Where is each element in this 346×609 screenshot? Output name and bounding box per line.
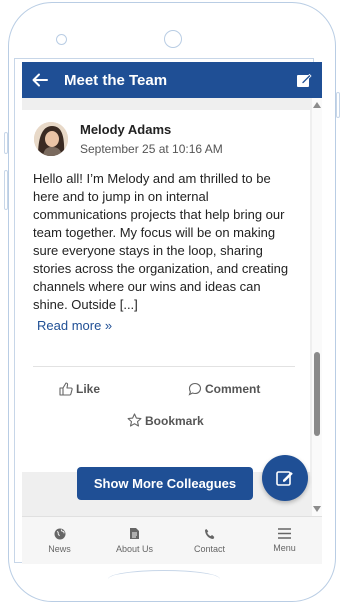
nav-item-news[interactable]: News xyxy=(22,517,97,564)
post-body-line: sure everyone stays in the loop, sharing xyxy=(33,243,263,258)
avatar[interactable] xyxy=(34,122,68,156)
nav-label: Contact xyxy=(193,543,226,554)
post-body: Hello all! I’m Melody and am thrilled to… xyxy=(33,170,301,314)
camera-dot xyxy=(164,30,182,48)
read-more-link[interactable]: Read more » xyxy=(37,318,112,333)
bottom-navigation: News About Us Contact Menu xyxy=(22,516,322,564)
globe-icon xyxy=(54,528,65,539)
page-title: Meet the Team xyxy=(64,71,168,89)
hamburger-icon xyxy=(278,528,291,539)
post-body-line: communications projects that help bring … xyxy=(33,207,285,222)
comment-icon xyxy=(188,382,202,396)
thumbs-up-icon xyxy=(59,382,73,396)
like-button[interactable]: Like xyxy=(59,382,100,396)
edit-icon xyxy=(297,73,312,87)
speaker-dot xyxy=(56,34,67,45)
divider xyxy=(33,366,295,367)
arrow-left-icon xyxy=(32,73,48,87)
post-body-line: stories across the organization, and cre… xyxy=(33,261,289,276)
post-header: Melody Adams September 25 at 10:16 AM xyxy=(34,122,223,156)
post-card: Melody Adams September 25 at 10:16 AM He… xyxy=(22,110,310,472)
post-body-line: team together. My focus will be on makin… xyxy=(33,225,276,240)
app-screen: Meet the Team Melody Adams September 25 … xyxy=(22,62,322,564)
comment-label: Comment xyxy=(205,382,261,396)
compose-fab[interactable] xyxy=(262,455,308,501)
post-body-line: shine. Outside [...] xyxy=(33,297,138,312)
side-button-right xyxy=(336,92,340,118)
scroll-up-arrow[interactable] xyxy=(313,102,321,108)
nav-item-menu[interactable]: Menu xyxy=(247,517,322,564)
post-body-line: Hello all! I’m Melody and am thrilled to… xyxy=(33,171,271,186)
app-bar: Meet the Team xyxy=(22,62,322,98)
scrollbar[interactable] xyxy=(312,98,322,516)
show-more-colleagues-button[interactable]: Show More Colleagues xyxy=(77,467,253,500)
post-body-line: here and to jump in on internal xyxy=(33,189,209,204)
feed: Melody Adams September 25 at 10:16 AM He… xyxy=(22,98,312,516)
author-name[interactable]: Melody Adams xyxy=(80,122,223,138)
like-label: Like xyxy=(76,382,101,396)
nav-label: About Us xyxy=(115,544,154,554)
side-button-left-2 xyxy=(4,170,8,210)
phone-icon xyxy=(204,528,214,539)
comment-button[interactable]: Comment xyxy=(188,382,260,396)
post-body-line: channels where our wins and ideas can xyxy=(33,279,261,294)
bookmark-label: Bookmark xyxy=(145,413,204,428)
compose-button[interactable] xyxy=(286,62,322,98)
home-indicator xyxy=(108,570,220,588)
side-button-left xyxy=(4,132,8,154)
scroll-down-arrow[interactable] xyxy=(313,506,321,512)
document-icon xyxy=(130,528,139,539)
back-button[interactable] xyxy=(22,62,58,98)
scrollbar-thumb[interactable] xyxy=(314,352,320,436)
star-icon xyxy=(127,413,142,427)
nav-label: Menu xyxy=(273,543,296,553)
edit-icon xyxy=(276,471,293,486)
nav-label: News xyxy=(48,543,71,554)
nav-item-about-us[interactable]: About Us xyxy=(97,517,172,564)
post-date: September 25 at 10:16 AM xyxy=(80,142,223,156)
nav-item-contact[interactable]: Contact xyxy=(172,517,247,564)
bookmark-button[interactable]: Bookmark xyxy=(127,413,204,428)
